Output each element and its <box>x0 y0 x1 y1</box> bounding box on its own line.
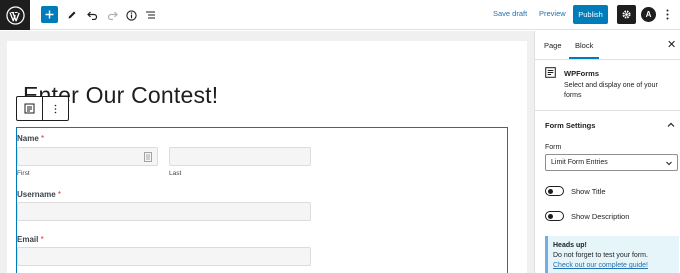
more-options-icon[interactable] <box>661 5 673 24</box>
undo-icon[interactable] <box>85 0 99 30</box>
block-toolbar <box>16 96 69 121</box>
publish-button[interactable]: Publish <box>573 5 608 24</box>
name-field-label: Name * <box>17 134 45 143</box>
close-sidebar-icon[interactable]: ✕ <box>667 38 676 51</box>
show-title-label: Show Title <box>571 187 606 196</box>
block-name: WPForms <box>564 69 600 78</box>
astra-settings-icon[interactable]: A <box>641 7 656 22</box>
email-field-label: Email * <box>17 235 44 244</box>
form-settings-panel-title[interactable]: Form Settings <box>545 121 595 130</box>
block-description: Select and display one of your forms <box>564 82 658 99</box>
wordpress-logo-icon[interactable] <box>0 0 30 30</box>
list-view-icon[interactable] <box>143 0 157 30</box>
form-select-label: Form <box>545 144 562 151</box>
tab-block[interactable]: Block <box>575 31 593 59</box>
save-draft-button[interactable]: Save draft <box>493 9 527 18</box>
chevron-up-icon[interactable] <box>666 120 676 130</box>
tab-page[interactable]: Page <box>544 31 562 59</box>
notice-text: Do not forget to test your form. <box>553 252 648 259</box>
block-type-forms-icon[interactable] <box>17 97 42 120</box>
add-block-button[interactable] <box>41 6 58 23</box>
block-options-icon[interactable] <box>43 97 68 120</box>
editor-header: Save draft Preview Publish A <box>0 0 680 30</box>
tools-pencil-icon[interactable] <box>65 0 79 30</box>
toggle-knob <box>548 213 553 219</box>
contact-card-icon <box>144 152 152 162</box>
block-info-divider <box>535 110 680 111</box>
form-select-value: Limit Form Entries <box>551 159 608 166</box>
settings-sidebar: Page Block ✕ WPForms Select and display … <box>534 31 680 273</box>
tabs-divider <box>535 59 680 60</box>
wpforms-block-icon <box>545 67 556 78</box>
notice-title: Heads up! <box>553 242 587 249</box>
preview-button[interactable]: Preview <box>539 9 566 18</box>
heads-up-notice: Heads up! Do not forget to test your for… <box>545 236 679 273</box>
toggle-knob <box>548 188 553 194</box>
first-sublabel: First <box>17 170 30 177</box>
last-sublabel: Last <box>169 170 182 177</box>
email-input[interactable] <box>17 247 311 266</box>
show-title-toggle[interactable] <box>545 186 564 196</box>
redo-icon[interactable] <box>105 0 119 30</box>
complete-guide-link[interactable]: Check out our complete guide! <box>553 262 648 269</box>
last-name-input[interactable] <box>169 147 311 166</box>
username-input[interactable] <box>17 202 311 221</box>
chevron-down-icon <box>666 161 672 166</box>
show-description-label: Show Description <box>571 212 630 221</box>
username-field-label: Username * <box>17 190 62 199</box>
form-select[interactable]: Limit Form Entries <box>545 154 678 171</box>
first-name-input[interactable] <box>17 147 158 166</box>
show-description-toggle[interactable] <box>545 211 564 221</box>
details-info-icon[interactable] <box>124 0 138 30</box>
settings-gear-icon[interactable] <box>617 5 636 24</box>
